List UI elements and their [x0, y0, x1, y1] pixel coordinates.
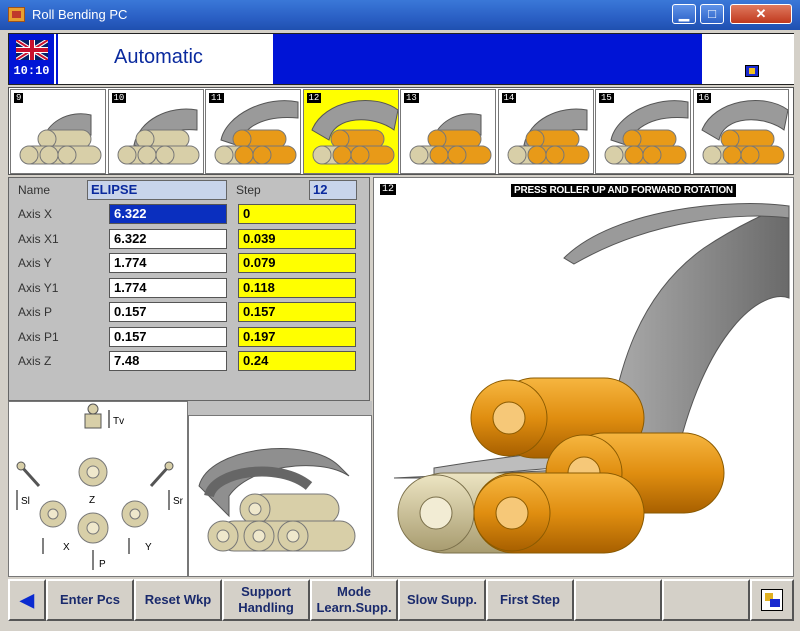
axis-value-field[interactable]: 1.774: [109, 277, 227, 298]
axis-step-field[interactable]: 0.197: [238, 326, 356, 347]
slow-supp-button[interactable]: Slow Supp.: [398, 579, 486, 621]
axis-step-field[interactable]: 0.118: [238, 277, 356, 298]
window-title: Roll Bending PC: [32, 7, 128, 22]
mode-learn-supp-button[interactable]: Mode Learn.Supp.: [310, 579, 398, 621]
axis-value-field[interactable]: 0.157: [109, 326, 227, 347]
axis-step-field[interactable]: 0: [238, 204, 356, 224]
axis-value-field[interactable]: 6.322: [109, 204, 227, 224]
uk-flag-icon: [16, 40, 48, 60]
step-thumbnail[interactable]: 13: [400, 89, 496, 174]
step-thumbnail[interactable]: 9: [10, 89, 106, 174]
step-thumbnail-number: 12: [306, 93, 322, 103]
axis-step-field[interactable]: 0.039: [238, 228, 356, 249]
axis-step-field[interactable]: 0.24: [238, 351, 356, 371]
axis-label: Axis X: [18, 207, 53, 221]
step-thumbnail[interactable]: 16: [692, 89, 789, 174]
header-bar: 10:10 Automatic: [8, 33, 794, 85]
axis-label: Axis X1: [18, 231, 59, 246]
axis-schematic: Tv Z Sl Sr X Y P: [8, 401, 188, 577]
axis-label: Axis Z: [18, 354, 52, 368]
sr-label: Sr: [173, 496, 184, 507]
step-thumbnail-number: 11: [209, 93, 224, 103]
p-label: P: [99, 559, 106, 570]
step-thumbnail[interactable]: 14: [497, 89, 594, 174]
maximize-button[interactable]: □: [700, 4, 724, 24]
step-label: Step: [236, 183, 261, 197]
back-arrow-button[interactable]: ◀: [8, 579, 46, 621]
tv-label: Tv: [113, 416, 124, 427]
app-icon: [8, 7, 25, 22]
bottom-toolbar: ◀ Enter Pcs Reset Wkp Support Handling M…: [8, 579, 794, 623]
program-name-field[interactable]: ELIPSE: [87, 180, 227, 200]
empty-function-button-2[interactable]: [662, 579, 750, 621]
step-thumbnail-number: 14: [501, 93, 517, 103]
parameter-panel: Name ELIPSE Step 12 Axis X 6.322 0 Axis X1 6…: [8, 177, 370, 401]
clock: 10:10: [13, 64, 50, 78]
mode-title: Automatic: [114, 46, 203, 68]
axis-step-field[interactable]: 0.079: [238, 253, 356, 273]
axis-value-field[interactable]: 7.48: [109, 351, 227, 371]
step-view: 12 PRESS ROLLER UP AND FORWARD ROTATION: [373, 177, 794, 577]
step-thumbnail-number: 16: [696, 93, 712, 103]
roll-preview: [188, 415, 372, 577]
axis-label: Axis Y1: [18, 280, 59, 295]
axis-step-field[interactable]: 0.157: [238, 302, 356, 322]
help-icon: [761, 589, 783, 611]
step-thumbnail[interactable]: 10: [107, 89, 204, 174]
axis-value-field[interactable]: 1.774: [109, 253, 227, 273]
first-step-button[interactable]: First Step: [486, 579, 574, 621]
axis-value-field[interactable]: 0.157: [109, 302, 227, 322]
enter-pcs-button[interactable]: Enter Pcs: [46, 579, 134, 621]
language-button[interactable]: 10:10: [9, 34, 56, 84]
step-number-field[interactable]: 12: [309, 180, 357, 200]
program-icon[interactable]: [745, 65, 759, 77]
axis-label: Axis P: [18, 305, 53, 319]
axis-label: Axis Y: [18, 256, 52, 270]
axis-value-field[interactable]: 6.322: [109, 228, 227, 249]
step-thumbnail[interactable]: 12: [302, 89, 399, 174]
name-label: Name: [18, 183, 51, 197]
z-label: Z: [89, 495, 95, 506]
step-thumbnail[interactable]: 11: [205, 89, 301, 174]
minimize-button[interactable]: ▁: [672, 4, 696, 24]
y-label: Y: [145, 542, 152, 553]
support-handling-button[interactable]: Support Handling: [222, 579, 310, 621]
step-strip: 9 10 11 12 13 14 15 16: [8, 87, 794, 175]
empty-function-button-1[interactable]: [574, 579, 662, 621]
sl-label: Sl: [21, 496, 30, 507]
axis-label: Axis P1: [18, 329, 59, 344]
step-thumbnail-number: 10: [111, 93, 127, 103]
step-thumbnail[interactable]: 15: [595, 89, 691, 174]
step-thumbnail-number: 15: [599, 93, 614, 103]
close-button[interactable]: ✕: [730, 4, 792, 24]
x-label: X: [63, 542, 70, 553]
reset-wkp-button[interactable]: Reset Wkp: [134, 579, 222, 621]
title-bar: Roll Bending PC ▁ □ ✕: [0, 0, 800, 30]
step-thumbnail-number: 13: [404, 93, 419, 103]
mode-display: Automatic: [58, 34, 273, 84]
header-corner: [702, 34, 794, 84]
help-button[interactable]: [750, 579, 794, 621]
step-thumbnail-number: 9: [14, 93, 24, 103]
